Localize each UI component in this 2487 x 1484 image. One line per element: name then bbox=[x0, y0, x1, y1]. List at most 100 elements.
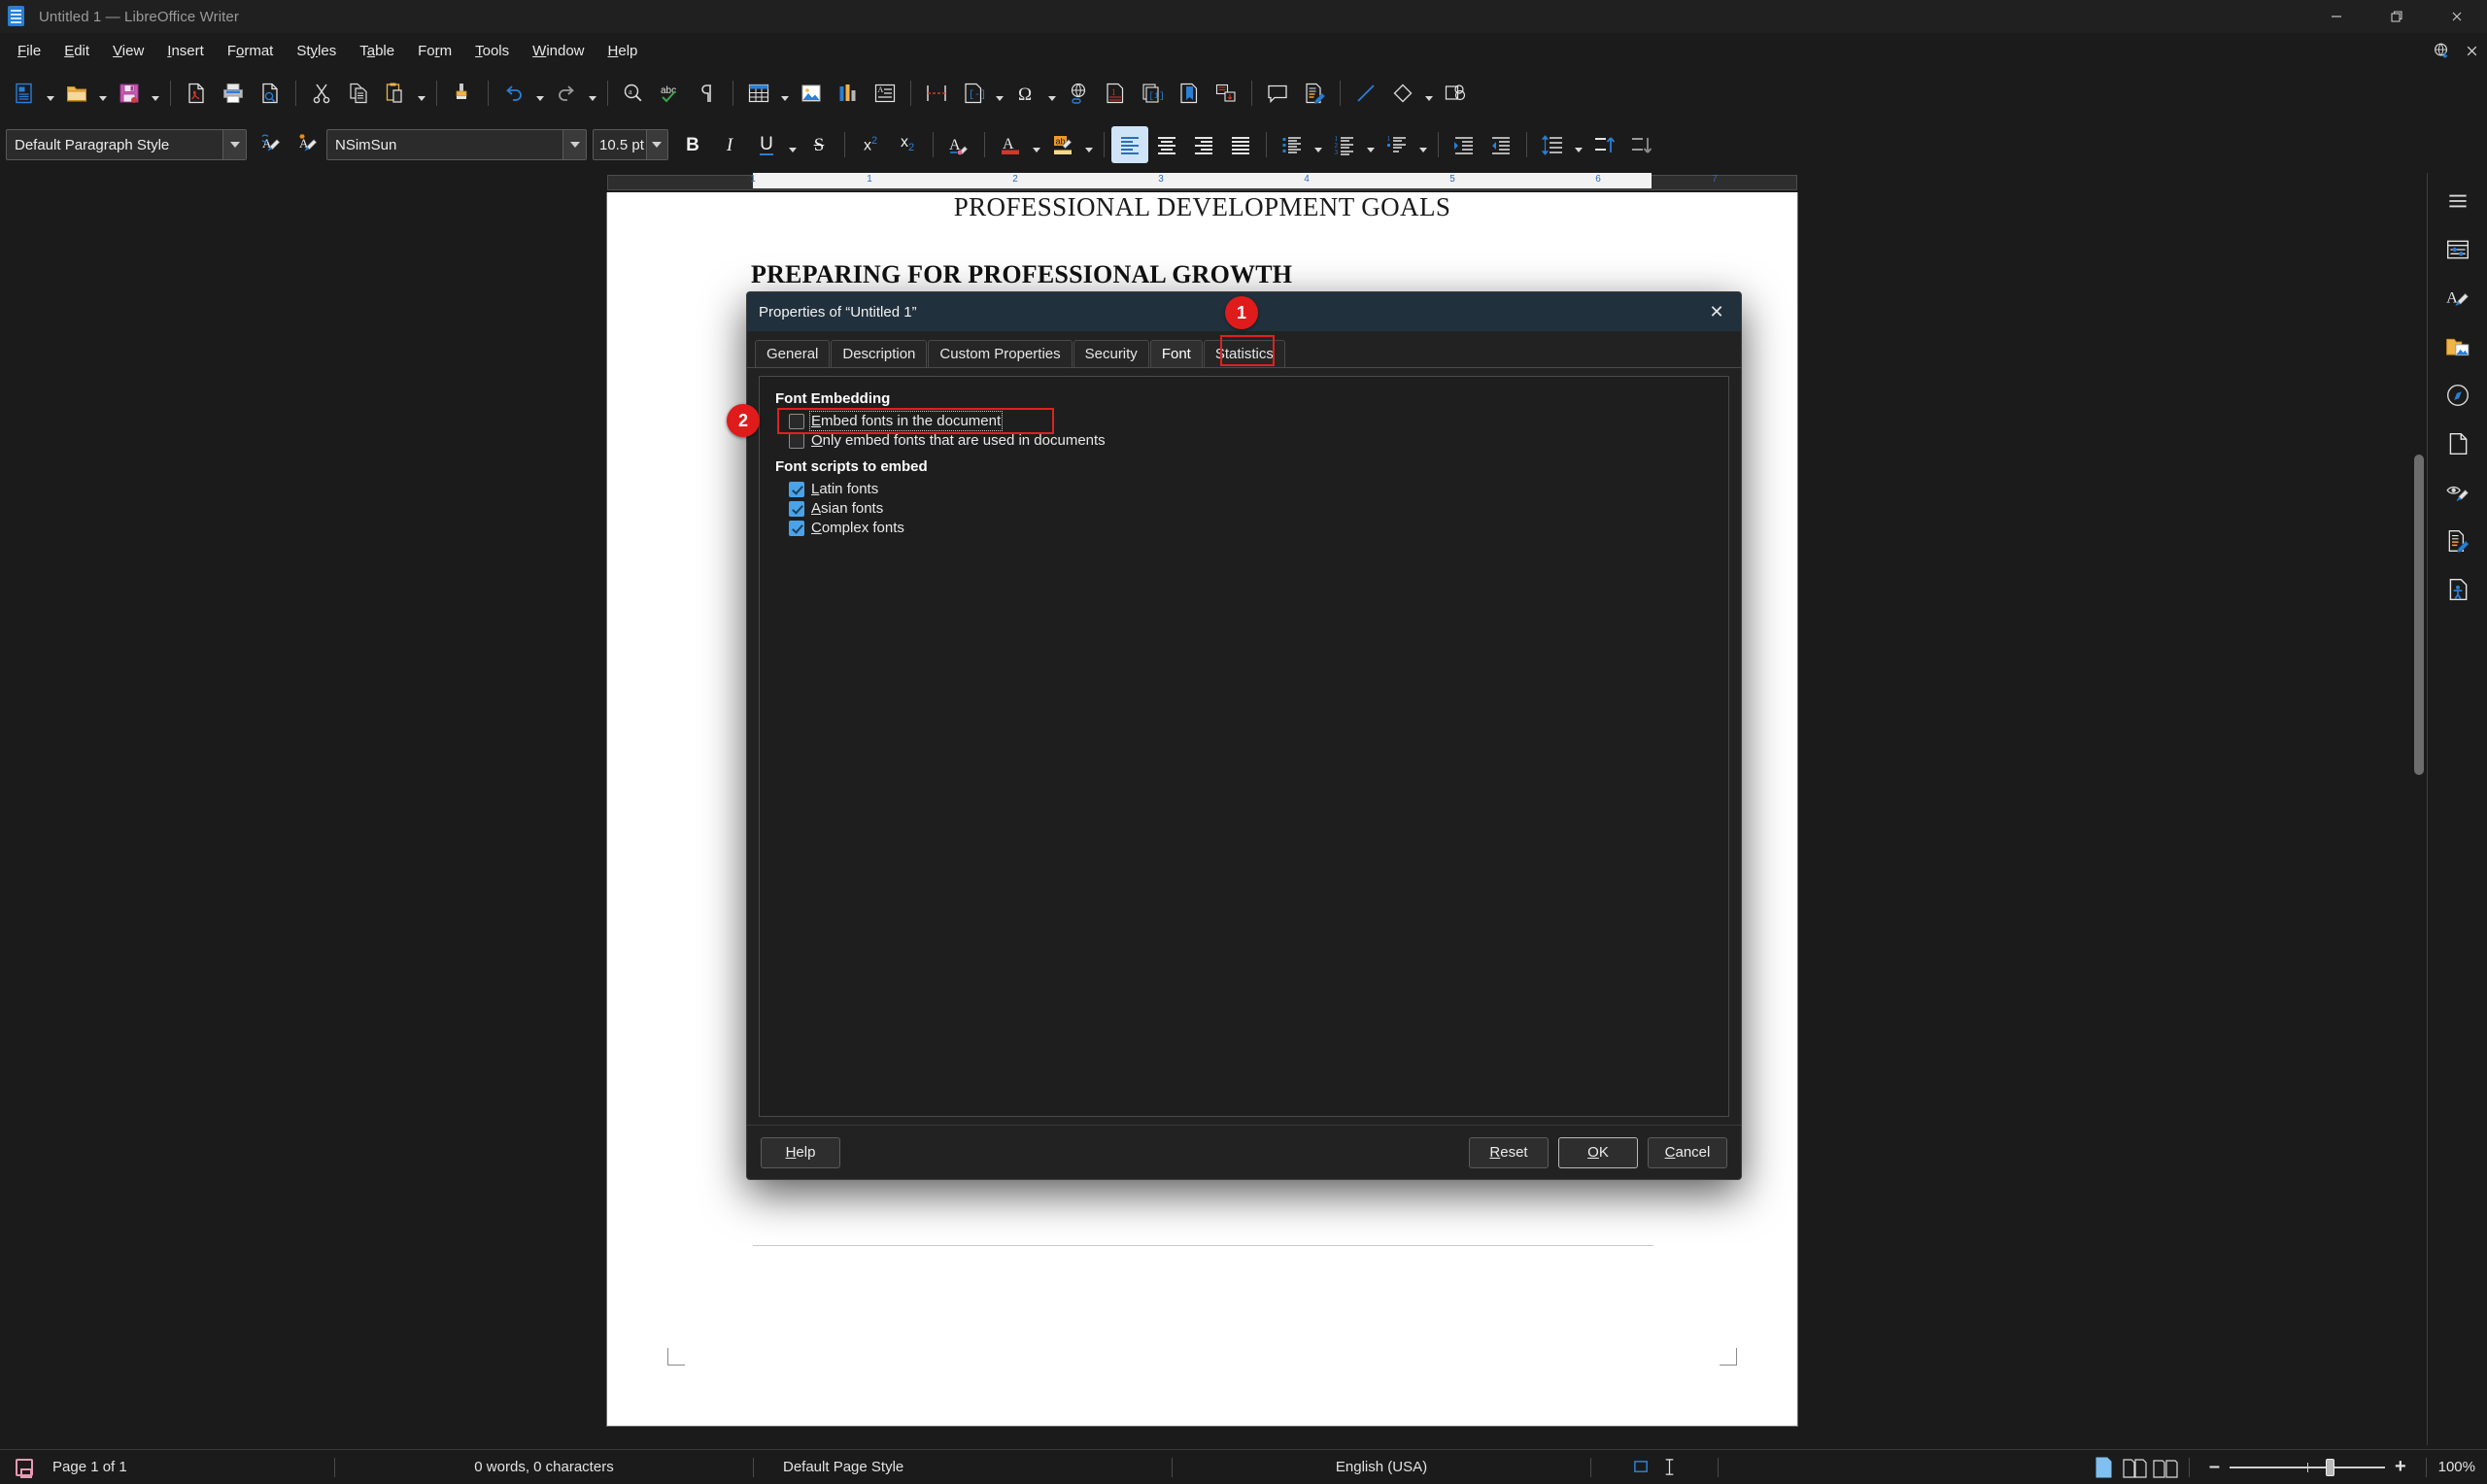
clone-formatting-icon[interactable] bbox=[444, 75, 481, 112]
selection-mode-cell[interactable] bbox=[1591, 1450, 1718, 1484]
formatting-marks-icon[interactable] bbox=[689, 75, 726, 112]
font-color-dropdown-caret[interactable] bbox=[1029, 126, 1044, 163]
ordered-list-dropdown-caret[interactable] bbox=[1363, 126, 1379, 163]
latin-fonts-checkbox[interactable] bbox=[789, 481, 804, 497]
page-break-icon[interactable] bbox=[918, 75, 955, 112]
page-deck-icon[interactable] bbox=[2436, 422, 2480, 466]
close-document-icon[interactable] bbox=[2465, 44, 2479, 58]
highlight-color-dropdown-caret[interactable] bbox=[1081, 126, 1097, 163]
zoom-level-label[interactable]: 100% bbox=[2427, 1459, 2487, 1475]
paragraph-spacing-above-button[interactable] bbox=[1586, 126, 1623, 163]
maximize-restore-button[interactable] bbox=[2367, 0, 2427, 33]
vertical-scrollbar-thumb[interactable] bbox=[2414, 455, 2424, 775]
document-properties-dialog[interactable]: Properties of “Untitled 1” ✕ General Des… bbox=[746, 291, 1742, 1180]
basic-shapes-icon[interactable] bbox=[1384, 75, 1421, 112]
align-left-button[interactable] bbox=[1111, 126, 1148, 163]
menu-tools[interactable]: Tools bbox=[463, 38, 521, 64]
highlight-color-button[interactable]: ab bbox=[1044, 126, 1081, 163]
language-cell[interactable]: English (USA) bbox=[1173, 1450, 1590, 1484]
paste-icon[interactable] bbox=[377, 75, 414, 112]
paragraph-style-dropdown-arrow[interactable] bbox=[222, 130, 246, 159]
properties-deck-icon[interactable] bbox=[2436, 227, 2480, 272]
menu-edit[interactable]: Edit bbox=[52, 38, 101, 64]
show-draw-functions-icon[interactable] bbox=[1437, 75, 1474, 112]
globe-download-icon[interactable] bbox=[2433, 42, 2451, 60]
align-justified-button[interactable] bbox=[1222, 126, 1259, 163]
save-icon[interactable] bbox=[111, 75, 148, 112]
vertical-scrollbar[interactable] bbox=[2411, 173, 2427, 1445]
ok-button[interactable]: OK bbox=[1558, 1136, 1638, 1168]
insert-image-icon[interactable] bbox=[793, 75, 830, 112]
asian-fonts-checkbox[interactable] bbox=[789, 500, 804, 517]
basic-shapes-dropdown-caret[interactable] bbox=[1421, 75, 1437, 112]
font-color-button[interactable]: A bbox=[992, 126, 1029, 163]
line-spacing-dropdown-caret[interactable] bbox=[1571, 126, 1586, 163]
insert-field-dropdown-caret[interactable] bbox=[992, 75, 1007, 112]
asian-fonts-checkbox-row[interactable]: Asian fonts bbox=[789, 500, 1713, 517]
unordered-list-button[interactable] bbox=[1274, 126, 1311, 163]
tab-font[interactable]: Font bbox=[1149, 340, 1203, 367]
unordered-list-dropdown-caret[interactable] bbox=[1311, 126, 1326, 163]
insert-chart-icon[interactable] bbox=[830, 75, 867, 112]
cut-icon[interactable] bbox=[303, 75, 340, 112]
redo-icon[interactable] bbox=[548, 75, 585, 112]
footnote-icon[interactable]: 1 bbox=[1097, 75, 1134, 112]
insert-table-icon[interactable] bbox=[740, 75, 777, 112]
menu-file[interactable]: File bbox=[6, 38, 52, 64]
zoom-in-button[interactable]: + bbox=[2385, 1456, 2416, 1478]
dialog-close-button[interactable]: ✕ bbox=[1702, 297, 1731, 326]
strikethrough-button[interactable]: S bbox=[801, 126, 837, 163]
insert-line-icon[interactable] bbox=[1347, 75, 1384, 112]
zoom-out-button[interactable]: – bbox=[2199, 1456, 2230, 1478]
outline-list-dropdown-caret[interactable] bbox=[1415, 126, 1431, 163]
undo-icon[interactable] bbox=[495, 75, 532, 112]
menu-styles[interactable]: Styles bbox=[285, 38, 348, 64]
save-dropdown-caret[interactable] bbox=[148, 75, 163, 112]
zoom-slider-track[interactable] bbox=[2229, 1458, 2385, 1476]
print-icon[interactable] bbox=[215, 75, 252, 112]
reset-button[interactable]: Reset bbox=[1469, 1136, 1549, 1168]
save-status-cell[interactable] bbox=[0, 1450, 43, 1484]
help-button[interactable]: Help bbox=[761, 1136, 840, 1168]
tab-security[interactable]: Security bbox=[1073, 340, 1149, 367]
menu-form[interactable]: Form bbox=[406, 38, 463, 64]
navigator-deck-icon[interactable] bbox=[2436, 373, 2480, 418]
align-right-button[interactable] bbox=[1185, 126, 1222, 163]
embed-fonts-in-document-checkbox[interactable] bbox=[789, 413, 804, 429]
page-info-cell[interactable]: Page 1 of 1 bbox=[43, 1450, 334, 1484]
latin-fonts-checkbox-row[interactable]: Latin fonts bbox=[789, 481, 1713, 497]
menu-help[interactable]: Help bbox=[596, 38, 650, 64]
underline-button[interactable]: U bbox=[748, 126, 785, 163]
paragraph-spacing-below-button[interactable] bbox=[1623, 126, 1660, 163]
menu-table[interactable]: Table bbox=[348, 38, 406, 64]
menu-format[interactable]: Format bbox=[216, 38, 286, 64]
zoom-slider-thumb[interactable] bbox=[2326, 1458, 2335, 1476]
decrease-indent-button[interactable] bbox=[1482, 126, 1519, 163]
subscript-button[interactable]: x2 bbox=[889, 126, 926, 163]
new-document-dropdown-caret[interactable] bbox=[43, 75, 58, 112]
complex-fonts-checkbox[interactable] bbox=[789, 520, 804, 536]
undo-dropdown-caret[interactable] bbox=[532, 75, 548, 112]
manage-changes-icon[interactable] bbox=[2436, 519, 2480, 563]
only-embed-used-fonts-checkbox[interactable] bbox=[789, 432, 804, 449]
page-style-cell[interactable]: Default Page Style bbox=[754, 1450, 1172, 1484]
menu-window[interactable]: Window bbox=[521, 38, 596, 64]
increase-indent-button[interactable] bbox=[1446, 126, 1482, 163]
tab-custom-properties[interactable]: Custom Properties bbox=[928, 340, 1073, 367]
only-embed-used-fonts-checkbox-row[interactable]: Only embed fonts that are used in docume… bbox=[789, 432, 1713, 449]
minimize-button[interactable] bbox=[2306, 0, 2367, 33]
endnote-icon[interactable]: [i] bbox=[1134, 75, 1171, 112]
menu-insert[interactable]: Insert bbox=[155, 38, 216, 64]
styles-deck-icon[interactable]: A bbox=[2436, 276, 2480, 320]
cancel-button[interactable]: Cancel bbox=[1648, 1136, 1727, 1168]
open-folder-icon[interactable] bbox=[58, 75, 95, 112]
paragraph-style-combo[interactable]: Default Paragraph Style bbox=[6, 129, 247, 160]
font-name-combo[interactable]: NSimSun bbox=[326, 129, 587, 160]
style-inspector-icon[interactable] bbox=[2436, 470, 2480, 515]
font-size-combo[interactable]: 10.5 pt bbox=[593, 129, 668, 160]
copy-icon[interactable] bbox=[340, 75, 377, 112]
book-view[interactable] bbox=[2152, 1457, 2179, 1478]
menu-view[interactable]: View bbox=[101, 38, 155, 64]
tab-general[interactable]: General bbox=[755, 340, 831, 367]
insert-field-icon[interactable]: [-] bbox=[955, 75, 992, 112]
